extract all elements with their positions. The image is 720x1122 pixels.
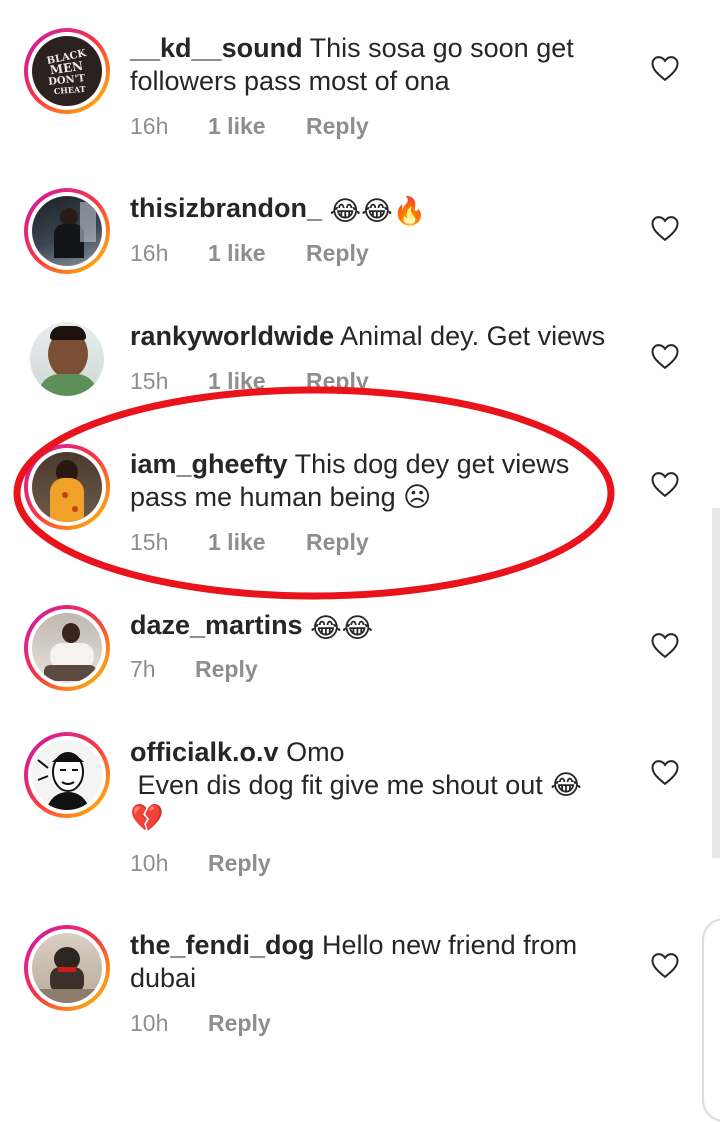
avatar[interactable] <box>24 732 110 818</box>
comment-body-line-2: Even dis dog fit give me shout out 😂 <box>130 770 582 800</box>
comment-text: __kd__sound This sosa go soon get follow… <box>130 32 630 98</box>
comment-time: 15h <box>130 529 169 555</box>
comment-meta: 10h Reply <box>130 850 271 877</box>
comment-time: 15h <box>130 368 169 394</box>
svg-text:CHEAT: CHEAT <box>54 84 86 96</box>
comment-meta: 16h 1 like Reply <box>130 240 369 267</box>
reply-button[interactable]: Reply <box>208 1010 271 1037</box>
avatar[interactable] <box>24 316 110 402</box>
comment-time: 10h <box>130 1010 169 1036</box>
heart-outline-icon[interactable] <box>650 342 680 370</box>
comment-text: rankyworldwide Animal dey. Get views <box>130 320 630 353</box>
comment-meta: 15h 1 like Reply <box>130 368 369 395</box>
comment-username[interactable]: rankyworldwide <box>130 321 334 351</box>
comment-meta: 10h Reply <box>130 1010 271 1037</box>
comment-meta: 7h Reply <box>130 656 258 683</box>
reply-button[interactable]: Reply <box>306 113 369 140</box>
avatar[interactable] <box>24 925 110 1011</box>
reply-button[interactable]: Reply <box>306 240 369 267</box>
reply-button[interactable]: Reply <box>306 368 369 395</box>
avatar-sketch <box>37 752 90 810</box>
comment-body: 😂😂 <box>310 613 374 643</box>
avatar[interactable] <box>24 605 110 691</box>
avatar[interactable]: BLACK MEN DON'T CHEAT <box>24 28 110 114</box>
comment-body: Animal dey. Get views <box>340 321 606 351</box>
scrollbar[interactable] <box>712 508 720 858</box>
comment-body: Omo <box>286 737 345 767</box>
avatar[interactable] <box>24 444 110 530</box>
comment-text: daze_martins 😂😂 <box>130 609 630 645</box>
comment-likes[interactable]: 1 like <box>208 240 306 267</box>
comment-username[interactable]: thisizbrandon_ <box>130 193 322 223</box>
avatar-logo-text: BLACK MEN DON'T CHEAT <box>46 48 88 96</box>
heart-outline-icon[interactable] <box>650 54 680 82</box>
comment-time: 16h <box>130 113 169 139</box>
comment-likes[interactable]: 1 like <box>208 368 306 395</box>
comment-username[interactable]: officialk.o.v <box>130 737 279 767</box>
comment-body-line-3: 💔 <box>130 803 164 833</box>
comment-time: 16h <box>130 240 169 266</box>
comment-meta: 16h 1 like Reply <box>130 113 369 140</box>
comment-body: 😂😂🔥 <box>329 196 427 226</box>
comment-text: officialk.o.v Omo Even dis dog fit give … <box>130 736 630 835</box>
comment-meta: 15h 1 like Reply <box>130 529 369 556</box>
heart-outline-icon[interactable] <box>650 631 680 659</box>
reply-button[interactable]: Reply <box>195 656 258 683</box>
comment-time: 7h <box>130 656 156 682</box>
avatar[interactable] <box>24 188 110 274</box>
comment-username[interactable]: __kd__sound <box>130 33 303 63</box>
comment-username[interactable]: the_fendi_dog <box>130 930 315 960</box>
heart-outline-icon[interactable] <box>650 951 680 979</box>
comment-likes[interactable]: 1 like <box>208 113 306 140</box>
heart-outline-icon[interactable] <box>650 470 680 498</box>
comment-time: 10h <box>130 850 169 876</box>
reply-button[interactable]: Reply <box>208 850 271 877</box>
comment-likes[interactable]: 1 like <box>208 529 306 556</box>
heart-outline-icon[interactable] <box>650 758 680 786</box>
heart-outline-icon[interactable] <box>650 214 680 242</box>
comment-text: thisizbrandon_ 😂😂🔥 <box>130 192 630 228</box>
comment-username[interactable]: daze_martins <box>130 610 303 640</box>
offscreen-panel-edge <box>702 918 720 1122</box>
comment-username[interactable]: iam_gheefty <box>130 449 288 479</box>
comment-text: the_fendi_dog Hello new friend from duba… <box>130 929 630 995</box>
comment-text: iam_gheefty This dog dey get views pass … <box>130 448 630 514</box>
reply-button[interactable]: Reply <box>306 529 369 556</box>
